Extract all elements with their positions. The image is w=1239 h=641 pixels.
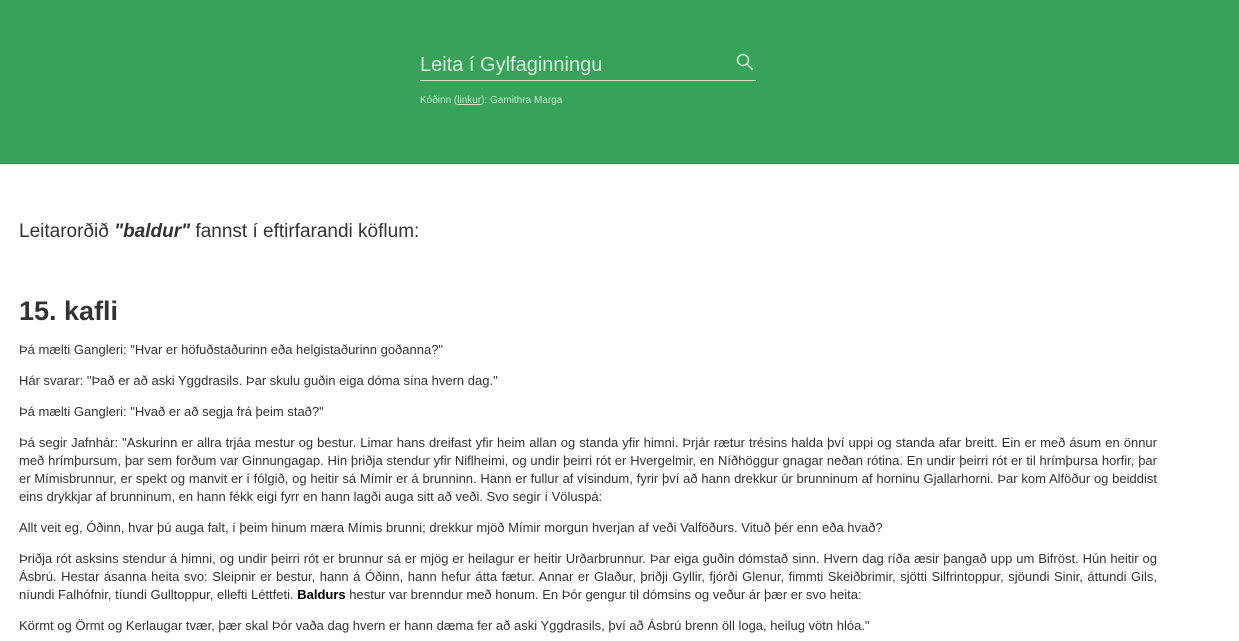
header-bar: Kóðinn (linkur): Gamithra Marga bbox=[0, 0, 1239, 164]
search-results-heading: Leitarorðið "baldur" fannst í eftirfaran… bbox=[19, 218, 1157, 246]
highlighted-term: Baldurs bbox=[297, 587, 346, 602]
paragraph-text: hestur var brenndur með honum. En Þór ge… bbox=[345, 587, 862, 602]
chapter-title: 15. kafli bbox=[19, 296, 119, 326]
credit-suffix: ): Gamithra Marga bbox=[481, 95, 563, 106]
search-input[interactable] bbox=[420, 50, 756, 81]
paragraph: Þá mælti Gangleri: "Hvað er að segja frá… bbox=[19, 404, 324, 419]
main-content: Leitarorðið "baldur" fannst í eftirfaran… bbox=[19, 218, 1157, 635]
results-suffix: fannst í eftirfarandi köflum: bbox=[190, 221, 420, 242]
results-prefix: Leitarorðið bbox=[19, 221, 115, 242]
credit-prefix: Kóðinn ( bbox=[420, 95, 458, 106]
credit-line: Kóðinn (linkur): Gamithra Marga bbox=[420, 95, 562, 106]
paragraph: Körmt og Örmt og Kerlaugar tvær, þær ska… bbox=[19, 618, 870, 633]
paragraph: Þá mælti Gangleri: "Hvar er höfuðstaðuri… bbox=[19, 342, 444, 357]
paragraph: Þriðja rót asksins stendur á himni, og u… bbox=[19, 550, 1157, 604]
paragraph: Þá segir Jafnhár: "Askurinn er allra trj… bbox=[19, 435, 1157, 504]
search-term: "baldur" bbox=[114, 221, 191, 242]
paragraph: Allt veit eg, Óðinn, hvar þú auga falt, … bbox=[19, 520, 883, 535]
search-icon[interactable] bbox=[736, 53, 754, 71]
paragraph: Hár svarar: "Það er að aski Yggdrasils. … bbox=[19, 373, 498, 388]
search-box bbox=[420, 50, 756, 81]
credit-link[interactable]: linkur bbox=[457, 95, 481, 106]
